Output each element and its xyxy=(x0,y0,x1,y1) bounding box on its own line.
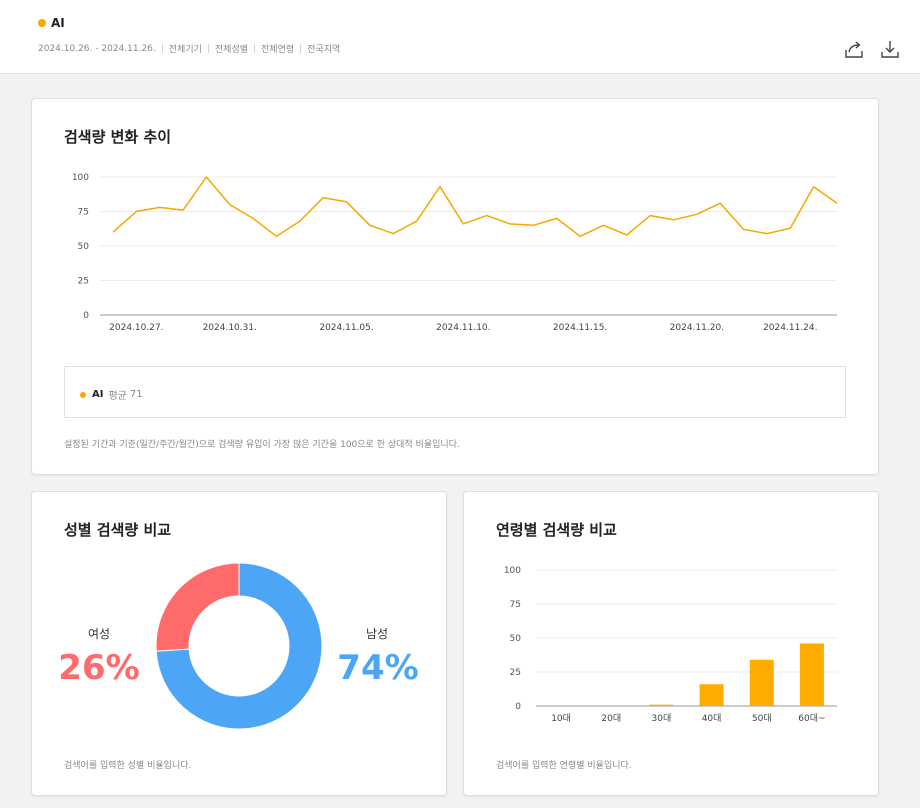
bar-5 xyxy=(749,659,774,706)
filter-device: 전체기기 xyxy=(168,45,202,55)
filter-divider xyxy=(300,44,302,53)
filter-divider xyxy=(161,44,163,53)
x-tick-label: 2024.11.20. xyxy=(670,323,724,333)
y-tick-label: 0 xyxy=(83,311,89,321)
gender-title: 성별 검색량 비교 xyxy=(64,521,172,539)
x-tick-label: 20대 xyxy=(601,713,621,724)
x-tick-label: 2024.11.24. xyxy=(763,323,817,333)
x-tick-label: 2024.10.27. xyxy=(109,323,163,333)
share-icon[interactable] xyxy=(843,38,865,60)
y-tick-label: 0 xyxy=(515,702,521,712)
male-label: 남성 xyxy=(365,627,389,641)
slice-female xyxy=(155,562,240,652)
female-percent: 26% xyxy=(58,648,140,688)
filter-age: 전체연령 xyxy=(261,45,295,55)
bar-4 xyxy=(699,684,724,706)
trend-card: 검색량 변화 추이 0 25 50 75 100 2024.10.27. 2024.10.3… xyxy=(31,98,879,475)
age-card: 연령별 검색량 비교 0 25 50 75 100 10대 20대 30대 40대 50대 60대~… xyxy=(463,491,879,796)
x-tick-label: 2024.11.05. xyxy=(319,323,373,333)
male-percent: 74% xyxy=(337,648,419,688)
gender-card: 성별 검색량 비교 여성 26% 남성 74% 검색어를 입력한 성별 비율입니… xyxy=(31,491,447,796)
trend-line-chart: 0 25 50 75 100 2024.10.27. 2024.10.31. 2024.11.… xyxy=(72,173,838,333)
y-tick-label: 100 xyxy=(504,566,521,576)
series-line-ai xyxy=(112,176,838,238)
filter-region: 전국지역 xyxy=(307,45,341,55)
legend-average-value: 71 xyxy=(129,389,143,400)
filter-divider xyxy=(207,44,209,53)
filter-period: 2024.10.26. - 2024.11.26. xyxy=(38,43,156,54)
x-tick-label: 40대 xyxy=(702,713,722,724)
bar-3 xyxy=(649,704,674,706)
x-tick-label: 10대 xyxy=(551,713,571,724)
trend-title: 검색량 변화 추이 xyxy=(64,128,172,146)
y-tick-label: 75 xyxy=(510,600,521,610)
x-tick-label: 2024.11.10. xyxy=(436,323,490,333)
legend-series-name: AI xyxy=(92,389,104,400)
y-tick-label: 50 xyxy=(78,242,90,252)
filter-divider xyxy=(254,44,256,53)
keyword-label: AI xyxy=(51,16,65,30)
x-tick-label: 2024.11.15. xyxy=(553,323,607,333)
y-tick-label: 75 xyxy=(78,208,89,218)
female-label: 여성 xyxy=(87,627,111,641)
age-bar-chart: 0 25 50 75 100 10대 20대 30대 40대 50대 60대~ xyxy=(504,566,837,724)
filter-gender: 전체성별 xyxy=(214,45,249,55)
y-tick-label: 100 xyxy=(72,173,89,183)
x-tick-label: 60대~ xyxy=(798,713,825,724)
y-tick-label: 25 xyxy=(78,277,89,287)
age-title: 연령별 검색량 비교 xyxy=(496,521,617,539)
gender-donut-chart xyxy=(155,562,323,730)
bar-6 xyxy=(799,643,824,706)
gender-note: 검색어를 입력한 성별 비율입니다. xyxy=(64,761,192,771)
legend-color-dot xyxy=(80,391,86,398)
y-tick-label: 50 xyxy=(510,634,522,644)
x-tick-label: 30대 xyxy=(652,713,672,724)
x-tick-label: 2024.10.31. xyxy=(203,323,257,333)
keyword-row: AI xyxy=(38,16,65,30)
trend-legend: AI 평균 71 xyxy=(64,366,846,418)
report-header: AI 2024.10.26. - 2024.11.26. 전체기기 전체성별 전… xyxy=(0,0,920,74)
keyword-color-dot xyxy=(38,19,46,27)
trend-legend-item: AI 평균 71 xyxy=(80,387,143,402)
download-icon[interactable] xyxy=(879,38,901,60)
x-tick-label: 50대 xyxy=(752,713,772,724)
trend-note: 설정된 기간과 기준(일간/주간/월간)으로 검색량 유입이 가장 많은 기간을… xyxy=(64,440,460,450)
legend-average-label: 평균 xyxy=(108,391,127,402)
filter-summary: 2024.10.26. - 2024.11.26. 전체기기 전체성별 전체연령… xyxy=(38,42,341,56)
y-tick-label: 25 xyxy=(510,668,521,678)
age-note: 검색어를 입력한 연령별 비율입니다. xyxy=(496,761,632,771)
